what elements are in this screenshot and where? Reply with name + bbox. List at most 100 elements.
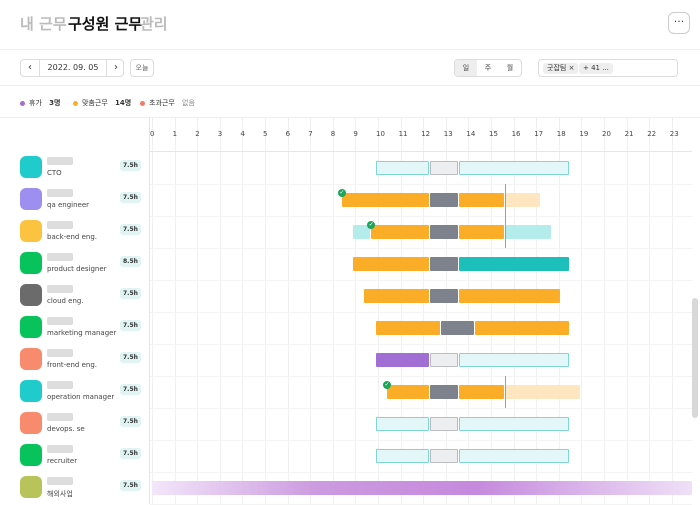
close-icon[interactable]: × xyxy=(569,64,575,72)
member-role: cloud eng. xyxy=(47,297,84,305)
team-chip[interactable]: 굿잡팀 × xyxy=(543,63,579,74)
row-divider xyxy=(150,248,692,249)
today-button[interactable]: 오늘 xyxy=(130,59,154,77)
member-row[interactable]: back-end eng. 7.5h xyxy=(0,216,150,248)
tab-my-work[interactable]: 내 근무 xyxy=(20,13,67,34)
member-role: operation manager xyxy=(47,393,115,401)
hours-badge: 7.5h xyxy=(120,320,141,331)
schedule-bar[interactable] xyxy=(504,385,581,399)
schedule-bar[interactable] xyxy=(459,257,570,271)
member-row[interactable]: 해외사업 7.5h xyxy=(0,472,150,504)
hour-label: 3 xyxy=(217,130,223,138)
schedule-bar[interactable] xyxy=(459,353,570,367)
hour-gridline xyxy=(558,118,560,504)
schedule-bar[interactable] xyxy=(429,257,459,271)
member-role: qa engineer xyxy=(47,201,90,209)
member-role: recruiter xyxy=(47,457,78,465)
schedule-bar[interactable] xyxy=(459,417,570,431)
avatar xyxy=(20,188,42,210)
member-row[interactable]: qa engineer 7.5h xyxy=(0,184,150,216)
current-time-line xyxy=(504,184,506,216)
hour-gridline xyxy=(355,118,357,504)
schedule-bar[interactable] xyxy=(459,289,561,303)
hour-label: 14 xyxy=(466,130,476,138)
schedule-bar[interactable] xyxy=(459,193,504,207)
hour-gridline xyxy=(219,118,221,504)
hour-gridline xyxy=(152,118,153,504)
current-date[interactable]: 2022. 09. 05 xyxy=(39,60,107,76)
hour-label: 10 xyxy=(376,130,385,138)
schedule-bar[interactable] xyxy=(429,385,459,399)
hours-badge: 7.5h xyxy=(120,480,141,491)
hour-gridline xyxy=(174,118,176,504)
schedule-bar[interactable] xyxy=(429,449,459,463)
member-row[interactable]: marketing manager 7.5h xyxy=(0,312,150,344)
schedule-bar[interactable] xyxy=(375,449,429,463)
schedule-bar[interactable] xyxy=(375,321,441,335)
hours-badge: 7.5h xyxy=(120,384,141,395)
schedule-bar[interactable] xyxy=(475,321,570,335)
schedule-bar[interactable] xyxy=(459,161,570,175)
member-row[interactable]: operation manager 7.5h xyxy=(0,376,150,408)
vertical-scrollbar[interactable] xyxy=(692,298,698,418)
member-role: CTO xyxy=(47,169,62,177)
tab-manage[interactable]: 관리 xyxy=(140,13,168,34)
schedule-bar[interactable] xyxy=(429,289,459,303)
hours-badge: 7.5h xyxy=(120,352,141,363)
member-name-blurred xyxy=(47,381,73,389)
tab-member-work[interactable]: 구성원 근무 xyxy=(68,13,142,34)
schedule-bar[interactable] xyxy=(375,417,429,431)
hour-label: 12 xyxy=(421,130,431,138)
schedule-bar[interactable] xyxy=(429,225,459,239)
hour-gridline xyxy=(423,118,425,504)
schedule-bar[interactable] xyxy=(341,193,429,207)
schedule-bar[interactable] xyxy=(429,161,459,175)
avatar xyxy=(20,252,42,274)
schedule-bar[interactable] xyxy=(429,417,459,431)
hour-label: 22 xyxy=(647,130,657,138)
more-options-button[interactable]: ··· xyxy=(668,12,690,34)
member-row[interactable]: devops. se 7.5h xyxy=(0,408,150,440)
schedule-bar[interactable] xyxy=(375,161,429,175)
schedule-bar[interactable] xyxy=(504,225,551,239)
schedule-bar[interactable] xyxy=(459,225,504,239)
hour-gridline xyxy=(400,118,402,504)
schedule-bar[interactable] xyxy=(364,289,429,303)
hour-label: 0 xyxy=(150,130,155,138)
more-teams-chip[interactable]: + 41 ... xyxy=(579,63,613,74)
schedule-bar[interactable] xyxy=(504,193,540,207)
hour-label: 8 xyxy=(330,130,336,138)
row-divider xyxy=(150,472,692,473)
hour-label: 1 xyxy=(172,130,178,138)
view-week-button[interactable]: 주 xyxy=(477,60,499,76)
chevron-right-icon[interactable]: › xyxy=(107,60,125,76)
view-day-button[interactable]: 일 xyxy=(455,60,477,76)
member-row[interactable]: recruiter 7.5h xyxy=(0,440,150,472)
schedule-bar[interactable] xyxy=(459,449,570,463)
hour-label: 19 xyxy=(579,130,589,138)
schedule-bar[interactable] xyxy=(429,193,459,207)
member-row[interactable]: front-end eng. 7.5h xyxy=(0,344,150,376)
team-filter[interactable]: 굿잡팀 × + 41 ... xyxy=(538,59,678,77)
schedule-bar[interactable] xyxy=(429,353,459,367)
schedule-bar[interactable] xyxy=(459,385,504,399)
schedule-bar[interactable] xyxy=(353,257,429,271)
legend-label: 초과근무 xyxy=(149,99,175,107)
check-icon: ✓ xyxy=(337,189,346,197)
legend-custom-work: 맞춤근무 14명 xyxy=(73,98,131,108)
member-role: back-end eng. xyxy=(47,233,97,241)
hour-label: 18 xyxy=(556,130,566,138)
view-month-button[interactable]: 월 xyxy=(499,60,521,76)
hours-badge: 8.5h xyxy=(120,256,141,267)
member-role: devops. se xyxy=(47,425,85,433)
hour-label: 17 xyxy=(534,130,544,138)
schedule-bar[interactable] xyxy=(441,321,475,335)
chevron-left-icon[interactable]: ‹ xyxy=(21,60,39,76)
member-row[interactable]: product designer 8.5h xyxy=(0,248,150,280)
schedule-bar[interactable] xyxy=(371,225,429,239)
schedule-bar[interactable] xyxy=(375,353,429,367)
schedule-bar[interactable] xyxy=(152,481,692,495)
member-row[interactable]: cloud eng. 7.5h xyxy=(0,280,150,312)
member-row[interactable]: CTO 7.5h xyxy=(0,152,150,184)
schedule-bar[interactable] xyxy=(387,385,429,399)
